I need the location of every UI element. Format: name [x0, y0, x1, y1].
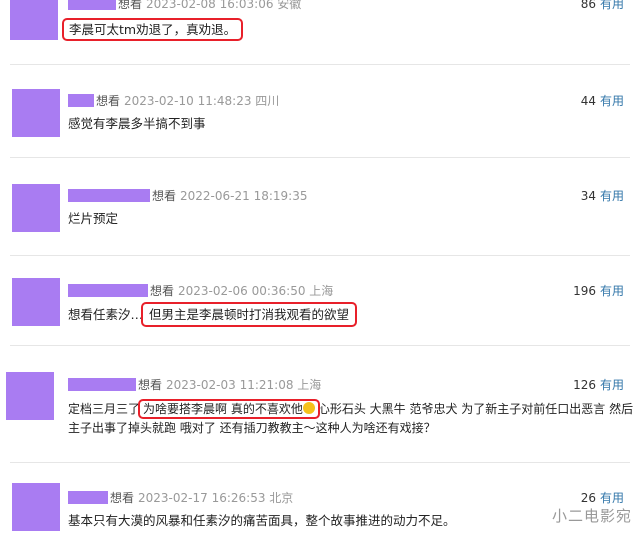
grimace-emoji-icon [302, 402, 315, 414]
rating-label: 想看 [150, 284, 175, 298]
location: 安徽 [277, 0, 302, 11]
vote-count: 44 [580, 94, 596, 108]
username-mask[interactable] [68, 491, 108, 504]
rating-label: 想看 [96, 94, 121, 108]
useful-button[interactable]: 有用 [600, 378, 624, 392]
comment-text-line2: 主子出事了掉头就跑 哦对了 还有插刀教教主～这种人为啥还有戏接？ [68, 421, 436, 435]
useful-button[interactable]: 有用 [600, 0, 624, 11]
comment-meta: 想看 2023-02-06 00:36:50 上海 [68, 283, 333, 299]
text-segment: 心形石头 大黑牛 范爷忠犬 为了新主子对前任口出恶言 然后 [317, 402, 634, 416]
location: 上海 [297, 378, 322, 392]
timestamp: 2023-02-06 00:36:50 [178, 284, 306, 298]
vote-count: 126 [573, 378, 596, 392]
avatar[interactable] [6, 372, 54, 420]
comment-text: 李晨可太tm劝退了，真劝退。 [61, 18, 244, 41]
username-mask[interactable] [68, 0, 116, 10]
text-segment: 想看任素汐… [68, 307, 144, 322]
comment-meta: 想看 2023-02-03 11:21:08 上海 [68, 377, 321, 393]
comment-text: 基本只有大漠的风暴和任素汐的痛苦面具，整个故事推进的动力不足。 [68, 513, 456, 528]
vote-area: 86 有用 [581, 0, 624, 12]
useful-button[interactable]: 有用 [600, 189, 624, 203]
rating-label: 想看 [138, 378, 163, 392]
avatar[interactable] [12, 483, 60, 531]
vote-area: 34 有用 [581, 188, 624, 204]
comment-text: 烂片预定 [68, 211, 119, 226]
username-mask[interactable] [68, 94, 94, 107]
highlighted-text-label: 为啥要搭李晨啊 真的不喜欢他 [143, 402, 303, 416]
rating-label: 想看 [152, 189, 177, 203]
text-segment: 定档三月三了 [68, 402, 141, 416]
rating-label: 想看 [110, 491, 135, 505]
vote-count: 86 [580, 0, 596, 11]
comment-text: 感觉有李晨多半搞不到事 [68, 116, 206, 131]
watermark: 小二电影宛 [551, 507, 632, 525]
vote-area: 196 有用 [573, 283, 624, 299]
useful-button[interactable]: 有用 [600, 284, 624, 298]
useful-button[interactable]: 有用 [600, 491, 624, 505]
username-mask[interactable] [68, 284, 148, 297]
rating-label: 想看 [118, 0, 143, 11]
vote-area: 44 有用 [581, 93, 624, 109]
timestamp: 2023-02-10 11:48:23 [124, 94, 252, 108]
vote-count: 26 [580, 491, 596, 505]
divider [10, 64, 630, 65]
vote-area: 26 有用 [581, 490, 624, 506]
highlighted-text: 但男主是李晨顿时打消我观看的欲望 [141, 302, 358, 327]
avatar[interactable] [12, 278, 60, 326]
comment-meta: 想看 2023-02-17 16:26:53 北京 [68, 490, 293, 506]
location: 上海 [309, 284, 334, 298]
divider [10, 462, 630, 463]
vote-count: 34 [580, 189, 596, 203]
vote-area: 126 有用 [573, 377, 624, 393]
divider [10, 345, 630, 346]
comment-meta: 想看 2023-02-08 16:03:06 安徽 [68, 0, 301, 12]
avatar[interactable] [12, 89, 60, 137]
divider [10, 157, 630, 158]
avatar[interactable] [12, 184, 60, 232]
timestamp: 2022-06-21 18:19:35 [180, 189, 308, 203]
comment-text: 想看任素汐… 但男主是李晨顿时打消我观看的欲望 [68, 302, 358, 327]
comment-meta: 想看 2023-02-10 11:48:23 四川 [68, 93, 279, 109]
useful-button[interactable]: 有用 [600, 94, 624, 108]
timestamp: 2023-02-03 11:21:08 [166, 378, 294, 392]
username-mask[interactable] [68, 378, 136, 391]
highlighted-text: 为啥要搭李晨啊 真的不喜欢他 [138, 399, 320, 419]
timestamp: 2023-02-17 16:26:53 [138, 491, 266, 505]
vote-count: 196 [573, 284, 596, 298]
location: 四川 [255, 94, 280, 108]
highlighted-text: 李晨可太tm劝退了，真劝退。 [61, 18, 244, 41]
comment-meta: 想看 2022-06-21 18:19:35 [68, 188, 307, 204]
divider [10, 255, 630, 256]
username-mask[interactable] [68, 189, 150, 202]
avatar[interactable] [10, 0, 58, 40]
timestamp: 2023-02-08 16:03:06 [146, 0, 274, 11]
location: 北京 [269, 491, 294, 505]
